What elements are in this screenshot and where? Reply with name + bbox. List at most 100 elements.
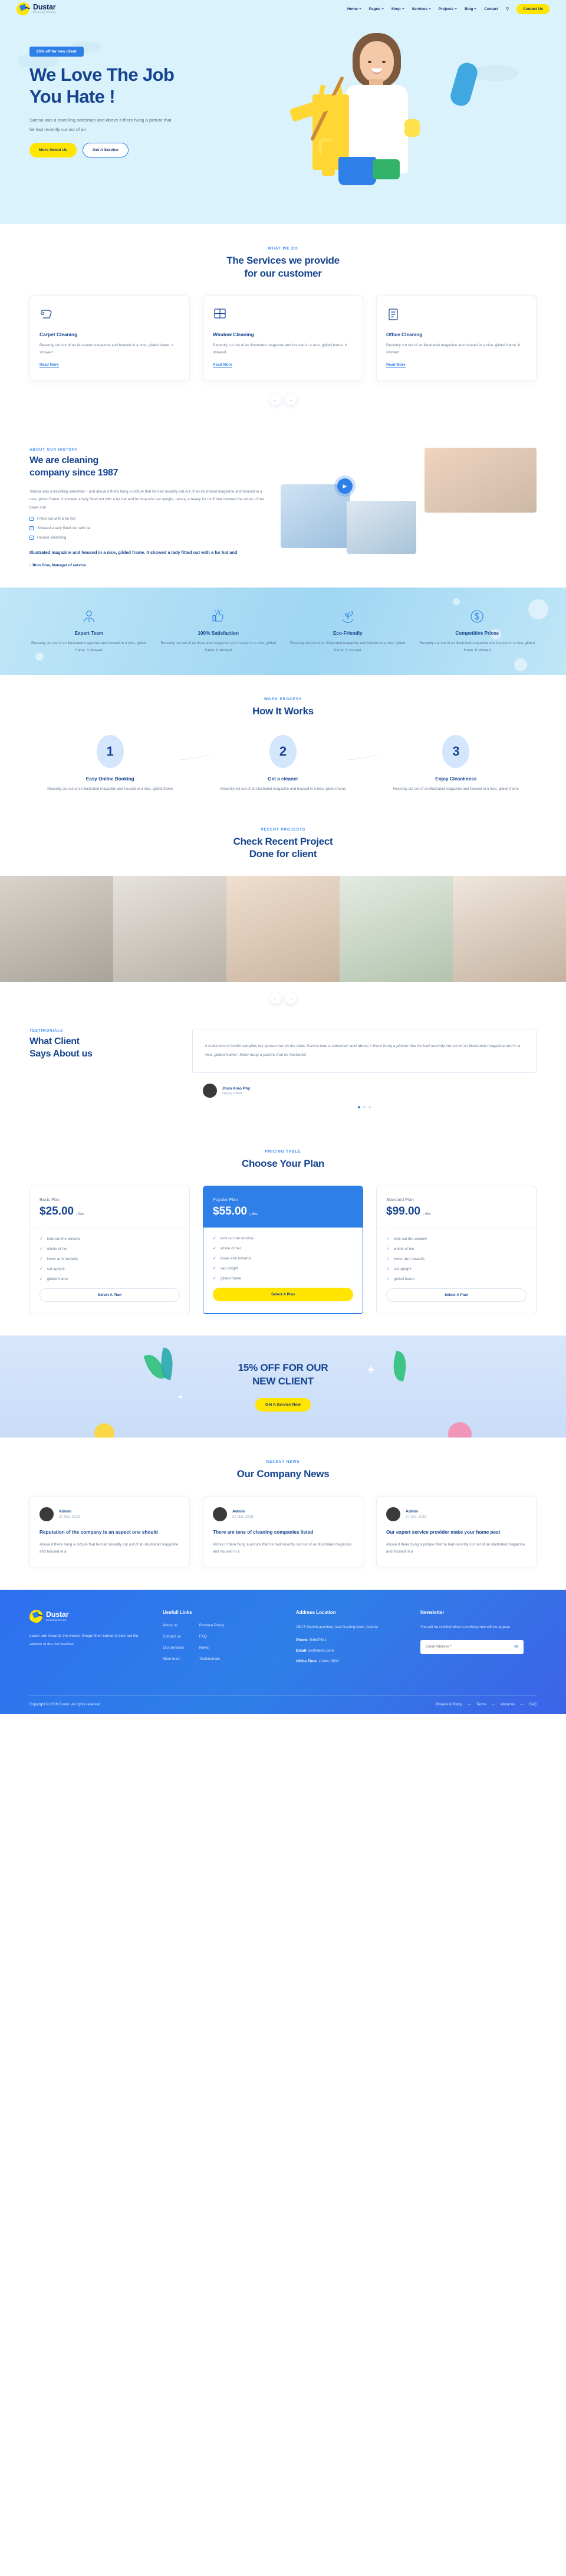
pricing-card-standard: Standard Plan $99.00/Mo ✓look out the wi… bbox=[376, 1186, 537, 1315]
check-icon: ✓ bbox=[386, 1247, 390, 1252]
plan-feature: ✓ lower arm towards bbox=[40, 1256, 180, 1262]
project-image-1[interactable] bbox=[0, 876, 113, 983]
check-icon: ✓ bbox=[40, 1257, 43, 1262]
read-more-link[interactable]: Read More bbox=[386, 363, 406, 368]
footer-link-about-us[interactable]: About us bbox=[163, 1623, 184, 1627]
service-desc: Recently cut out of an illustrated magaz… bbox=[213, 343, 347, 355]
how-it-works-section: WORK PROCESS How It Works 1 Easy Online … bbox=[0, 675, 566, 816]
footer-link-contact-us[interactable]: Contact us bbox=[163, 1635, 184, 1639]
projects-next-button[interactable]: → bbox=[285, 993, 297, 1005]
services-prev-button[interactable]: ← bbox=[269, 394, 281, 406]
play-icon[interactable]: ▶ bbox=[337, 478, 353, 494]
plan-feature-label: lower arm towards bbox=[47, 1256, 78, 1261]
step-number: 2 bbox=[269, 735, 297, 769]
feature-desc: Recently cut out of an illustrated magaz… bbox=[160, 641, 276, 653]
read-more-link[interactable]: Read More bbox=[40, 363, 59, 368]
project-image-4[interactable] bbox=[340, 876, 453, 983]
nav-label: Services bbox=[412, 6, 427, 11]
nav-item-projects[interactable]: Projects bbox=[439, 7, 458, 11]
service-card-office[interactable]: Office Cleaning Recently cut out of an i… bbox=[376, 295, 537, 382]
cta-section: ✦ ✦ 15% OFF FOR OUR NEW CLIENT Get A Ser… bbox=[0, 1335, 566, 1438]
news-card-3[interactable]: Admin 27 Oct, 2019 Our expert service pr… bbox=[376, 1495, 537, 1568]
services-next-button[interactable]: → bbox=[285, 394, 297, 406]
brand-logo[interactable]: Dustar Cleaning Service bbox=[17, 2, 57, 15]
testimonials-eyebrow: TESTIMONIALS bbox=[29, 1029, 64, 1033]
contact-us-button[interactable]: Contact Us bbox=[516, 4, 549, 14]
nav-item-contact[interactable]: Contact bbox=[484, 7, 498, 11]
about-photo-2 bbox=[281, 484, 350, 549]
cta-line2: NEW CLIENT bbox=[252, 1376, 314, 1387]
main-nav: Home Pages Shop Services Projects Blog C… bbox=[347, 4, 549, 14]
plan-feature-label: look out the window bbox=[220, 1236, 254, 1241]
check-icon: ✓ bbox=[213, 1256, 216, 1261]
select-plan-button-basic[interactable]: Select A Plan bbox=[40, 1288, 180, 1302]
divider: — bbox=[467, 1702, 471, 1707]
get-a-service-now-button[interactable]: Get A Service Now bbox=[255, 1398, 311, 1412]
logo-icon bbox=[29, 1610, 42, 1623]
pricing-section: PRICING TABLE Choose Your Plan Basic Pla… bbox=[0, 1128, 566, 1336]
plan-feature: ✓ lower arm towards bbox=[213, 1256, 353, 1261]
footer-bottom-link-privacy[interactable]: Privace & Policy bbox=[436, 1702, 462, 1707]
testimonial-dot-3[interactable] bbox=[368, 1106, 371, 1109]
site-header: Dustar Cleaning Service Home Pages Shop … bbox=[0, 0, 566, 18]
footer-link-our-services[interactable]: Our services bbox=[163, 1646, 184, 1650]
feature-title: Eco-Friendly bbox=[333, 630, 363, 636]
feature-title: Competitive Prices bbox=[455, 630, 499, 636]
plan-feature-label: lower arm towards bbox=[393, 1256, 425, 1261]
projects-prev-button[interactable]: ← bbox=[269, 993, 281, 1005]
testimonial-quote: A collection of textile samples lay spre… bbox=[205, 1044, 521, 1057]
footer-bottom-link-terms[interactable]: Terms bbox=[476, 1702, 486, 1707]
service-card-carpet[interactable]: Carpet Cleaning Recently cut out of an i… bbox=[29, 295, 190, 382]
footer-link-testimonials[interactable]: Testimonials bbox=[199, 1657, 224, 1661]
step-1: 1 Easy Online Booking Recently cut out o… bbox=[29, 735, 190, 793]
news-excerpt: Above it there hung a picture that he ha… bbox=[40, 1542, 179, 1554]
footer-link-privacy-policy[interactable]: Provacu Policy bbox=[199, 1623, 224, 1627]
check-icon: ✓ bbox=[40, 1277, 43, 1282]
get-a-service-button[interactable]: Get A Service bbox=[83, 143, 129, 158]
nav-item-home[interactable]: Home bbox=[347, 7, 361, 11]
nav-item-shop[interactable]: Shop bbox=[391, 7, 404, 11]
footer-bottom-link-faq[interactable]: FAQ bbox=[529, 1702, 537, 1707]
how-eyebrow: WORK PROCESS bbox=[264, 697, 302, 701]
step-desc: Recently cut out of an illustrated magaz… bbox=[393, 787, 519, 792]
plan-price: $55.00 bbox=[213, 1205, 248, 1218]
plan-feature: ✓ look out the window bbox=[213, 1236, 353, 1241]
plan-feature-label: gilded frame bbox=[393, 1276, 415, 1281]
select-plan-button-popular[interactable]: Select A Plan bbox=[213, 1288, 353, 1302]
team-icon bbox=[29, 608, 149, 625]
select-plan-button-standard[interactable]: Select A Plan bbox=[386, 1288, 526, 1302]
footer-newsletter-heading: Newsletter bbox=[420, 1610, 445, 1616]
read-more-link[interactable]: Read More bbox=[213, 363, 232, 368]
service-name: Window Cleaning bbox=[213, 331, 254, 337]
testimonial-dots bbox=[192, 1106, 537, 1109]
avatar bbox=[40, 1507, 54, 1521]
nav-item-pages[interactable]: Pages bbox=[369, 7, 384, 11]
footer-brand[interactable]: Dustar Cleaning Service bbox=[29, 1610, 147, 1623]
footer-bottom-link-about[interactable]: About us bbox=[501, 1702, 515, 1707]
search-icon[interactable]: ⚲ bbox=[506, 6, 509, 11]
plan-name: Standard Plan bbox=[386, 1197, 414, 1203]
testimonial-dot-1[interactable] bbox=[358, 1106, 360, 1109]
feature-item-eco-friendly: Eco-Friendly Recently cut out of an illu… bbox=[288, 608, 407, 655]
plan-feature: ✓ gilded frame bbox=[386, 1276, 526, 1282]
footer-link-news[interactable]: News bbox=[199, 1646, 224, 1650]
footer-link-meet-team[interactable]: Meet team bbox=[163, 1657, 184, 1661]
project-image-2[interactable] bbox=[113, 876, 226, 983]
footer-links-col2: Provacu Policy FAQ News Testimonials bbox=[199, 1623, 224, 1668]
project-image-3[interactable] bbox=[226, 876, 340, 983]
about-gallery: ▶ bbox=[281, 448, 537, 560]
nav-item-services[interactable]: Services bbox=[412, 7, 431, 11]
project-image-5[interactable] bbox=[453, 876, 566, 983]
news-card-1[interactable]: Admin 27 Oct, 2019 Reputation of the com… bbox=[29, 1495, 190, 1568]
news-card-2[interactable]: Admin 27 Oct, 2019 There are tens of cle… bbox=[203, 1495, 363, 1568]
service-card-window[interactable]: Window Cleaning Recently cut out of an i… bbox=[203, 295, 363, 382]
footer-link-faq[interactable]: FAQ bbox=[199, 1635, 224, 1639]
footer-address: 15/17 Marvel aveniew, new Dusting town, … bbox=[296, 1625, 378, 1630]
testimonial-dot-2[interactable] bbox=[363, 1106, 366, 1109]
nav-item-blog[interactable]: Blog bbox=[465, 7, 477, 11]
about-title-line2: company since 1987 bbox=[29, 467, 119, 478]
more-about-us-button[interactable]: More About Us bbox=[29, 143, 77, 158]
newsletter-email-input[interactable] bbox=[426, 1645, 515, 1649]
envelope-icon[interactable]: ✉ bbox=[514, 1644, 518, 1649]
how-title: How It Works bbox=[252, 705, 314, 717]
